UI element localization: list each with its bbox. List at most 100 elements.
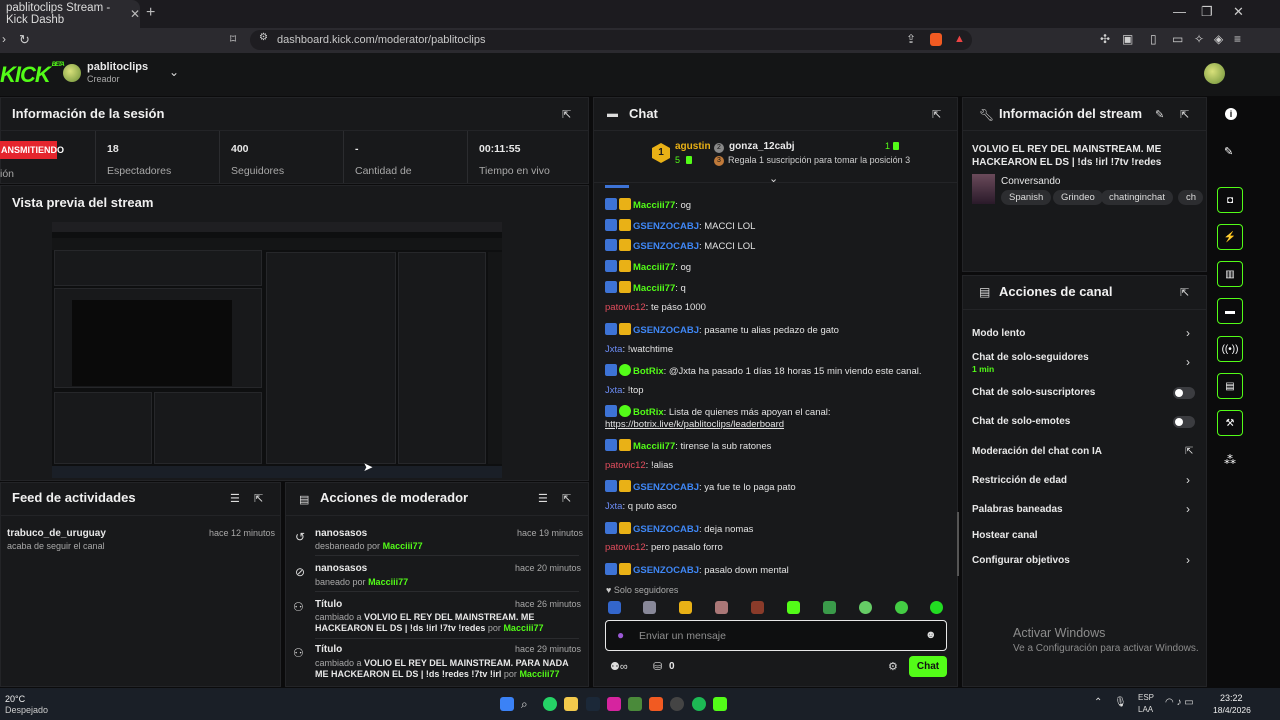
emote-icon[interactable] xyxy=(679,601,692,614)
chat-username[interactable]: BotRix xyxy=(633,407,664,418)
chat-username[interactable]: GSENZOCABJ xyxy=(633,565,699,576)
kick-app-icon[interactable] xyxy=(713,697,727,711)
steam-icon[interactable] xyxy=(586,697,600,711)
chevron-right-icon[interactable]: › xyxy=(1186,502,1190,516)
file-explorer-icon[interactable] xyxy=(564,697,578,711)
browser-tab[interactable]: pablitoclips Stream - Kick Dashb ✕ xyxy=(0,0,140,28)
chat-message[interactable]: GSENZOCABJ: MACCI LOL xyxy=(605,219,755,232)
forward-icon[interactable]: › xyxy=(2,32,6,46)
emote-icon[interactable] xyxy=(823,601,836,614)
configure-goals-item[interactable]: Configurar objetivos xyxy=(972,555,1070,566)
chat-username[interactable]: GSENZOCABJ xyxy=(633,482,699,493)
site-info-icon[interactable]: ⚙ xyxy=(259,32,268,43)
emote-icon[interactable] xyxy=(787,601,800,614)
channel-actions-toggle-icon[interactable]: ▤ xyxy=(1217,373,1243,399)
chat-message[interactable]: patovic12: !alias xyxy=(605,460,673,471)
quick-actions-icon[interactable]: ⚡ xyxy=(1217,224,1243,250)
instagram-icon[interactable] xyxy=(607,697,621,711)
chat-message[interactable]: GSENZOCABJ: deja nomas xyxy=(605,522,753,535)
collapse-leaderboard-icon[interactable]: ⌄ xyxy=(769,172,778,185)
chat-username[interactable]: Jxta xyxy=(605,501,622,512)
start-icon[interactable] xyxy=(500,697,514,711)
emote-icon[interactable] xyxy=(859,601,872,614)
chat-username[interactable]: Macciii77 xyxy=(633,441,675,452)
filter-icon[interactable]: ☰ xyxy=(538,492,548,505)
chat-message[interactable]: GSENZOCABJ: pasalo down mental xyxy=(605,563,789,576)
emote-icon[interactable] xyxy=(608,601,621,614)
weather-condition[interactable]: Despejado xyxy=(5,705,48,715)
chat-message[interactable]: patovic12: pero pasalo forro xyxy=(605,542,723,553)
tag[interactable]: ch xyxy=(1178,190,1203,205)
chat-message[interactable]: Macciii77: tirense la sub ratones xyxy=(605,439,771,452)
language-secondary[interactable]: LAA xyxy=(1138,705,1153,714)
brave-shield-icon[interactable] xyxy=(930,33,942,46)
chat-username[interactable]: GSENZOCABJ xyxy=(633,241,699,252)
info-icon[interactable]: i xyxy=(1225,108,1237,120)
banned-words-item[interactable]: Palabras baneadas xyxy=(972,504,1063,515)
chat-username[interactable]: Jxta xyxy=(605,344,622,355)
filter-icon[interactable]: ☰ xyxy=(230,492,240,505)
reading-list-icon[interactable]: ▭ xyxy=(1172,32,1183,46)
subs-only-toggle[interactable] xyxy=(1173,387,1195,399)
category-thumbnail[interactable] xyxy=(972,174,995,204)
popout-icon[interactable]: ⇱ xyxy=(562,492,571,505)
chat-message[interactable]: BotRix: @Jxta ha pasado 1 días 18 horas … xyxy=(605,364,921,377)
chat-username[interactable]: patovic12 xyxy=(605,460,646,471)
stream-preview-video[interactable] xyxy=(52,222,502,478)
popout-icon[interactable]: ⇱ xyxy=(1180,286,1189,299)
popout-icon[interactable]: ⇱ xyxy=(932,108,941,121)
kick-logo[interactable]: KICK BETA xyxy=(0,62,65,88)
mic-tray-icon[interactable]: 🎙︎ xyxy=(1114,697,1127,708)
search-icon[interactable]: ⌕ xyxy=(521,697,535,711)
chat-username[interactable]: GSENZOCABJ xyxy=(633,221,699,232)
broadcast-icon[interactable]: ((•)) xyxy=(1217,336,1243,362)
chat-message[interactable]: Macciii77: og xyxy=(605,260,691,273)
chat-username[interactable]: GSENZOCABJ xyxy=(633,325,699,336)
share-icon[interactable]: ⇪ xyxy=(906,32,916,46)
chevron-down-icon[interactable]: ⌄ xyxy=(169,65,179,79)
reload-icon[interactable]: ↻ xyxy=(19,32,30,48)
bookmark-icon[interactable]: ⌑ xyxy=(230,32,236,46)
chat-scrollbar[interactable] xyxy=(957,512,959,576)
chat-username[interactable]: Macciii77 xyxy=(633,200,675,211)
chat-username[interactable]: Macciii77 xyxy=(633,262,675,273)
leader-name[interactable]: agustin xyxy=(675,141,711,152)
leader2-name[interactable]: gonza_12cabj xyxy=(729,141,795,152)
chat-message[interactable]: Macciii77: og xyxy=(605,198,691,211)
tag[interactable]: Grindeo xyxy=(1053,190,1103,205)
emoji-icon[interactable]: ☻ xyxy=(925,629,937,641)
chat-settings-users-icon[interactable]: ⚉∞ xyxy=(610,660,628,673)
tray-expand-icon[interactable]: ⌃ xyxy=(1094,697,1102,708)
popout-icon[interactable]: ⇱ xyxy=(1180,108,1189,121)
category-name[interactable]: Conversando xyxy=(1001,176,1060,187)
followers-only-chat-item[interactable]: Chat de solo-seguidores xyxy=(972,352,1089,363)
close-tab-icon[interactable]: ✕ xyxy=(130,7,140,21)
external-link-icon[interactable]: ⇱ xyxy=(1185,446,1193,457)
new-tab-button[interactable]: + xyxy=(146,4,155,22)
emote-icon[interactable] xyxy=(930,601,943,614)
tag[interactable]: Spanish xyxy=(1001,190,1052,205)
menu-icon[interactable]: ≡ xyxy=(1234,32,1241,46)
leo-icon[interactable]: ✧ xyxy=(1194,32,1204,46)
language-primary[interactable]: ESP xyxy=(1138,693,1154,702)
whatsapp-icon[interactable] xyxy=(543,697,557,711)
avatar[interactable] xyxy=(63,64,81,82)
popout-icon[interactable]: ⇱ xyxy=(562,108,571,121)
edit-layout-icon[interactable]: ✎ xyxy=(1224,145,1233,158)
send-chat-button[interactable]: Chat xyxy=(909,656,947,677)
chat-username[interactable]: patovic12 xyxy=(605,542,646,553)
chat-username[interactable]: BotRix xyxy=(633,366,664,377)
app-icon[interactable] xyxy=(628,697,642,711)
close-window-icon[interactable]: ✕ xyxy=(1233,4,1244,20)
minimize-icon[interactable]: — xyxy=(1173,4,1186,19)
chat-username[interactable]: Jxta xyxy=(605,385,622,396)
edit-icon[interactable]: ✎ xyxy=(1155,108,1164,121)
popout-icon[interactable]: ⇱ xyxy=(254,492,263,505)
chevron-right-icon[interactable]: › xyxy=(1186,326,1190,340)
tag[interactable]: chatinginchat xyxy=(1101,190,1173,205)
emote-icon[interactable] xyxy=(643,601,656,614)
extensions-icon[interactable]: ✣ xyxy=(1100,32,1110,46)
url-field[interactable]: dashboard.kick.com/moderator/pablitoclip… xyxy=(250,30,972,50)
rewards-icon[interactable]: ▲ xyxy=(954,33,965,45)
slow-mode-item[interactable]: Modo lento xyxy=(972,328,1025,339)
